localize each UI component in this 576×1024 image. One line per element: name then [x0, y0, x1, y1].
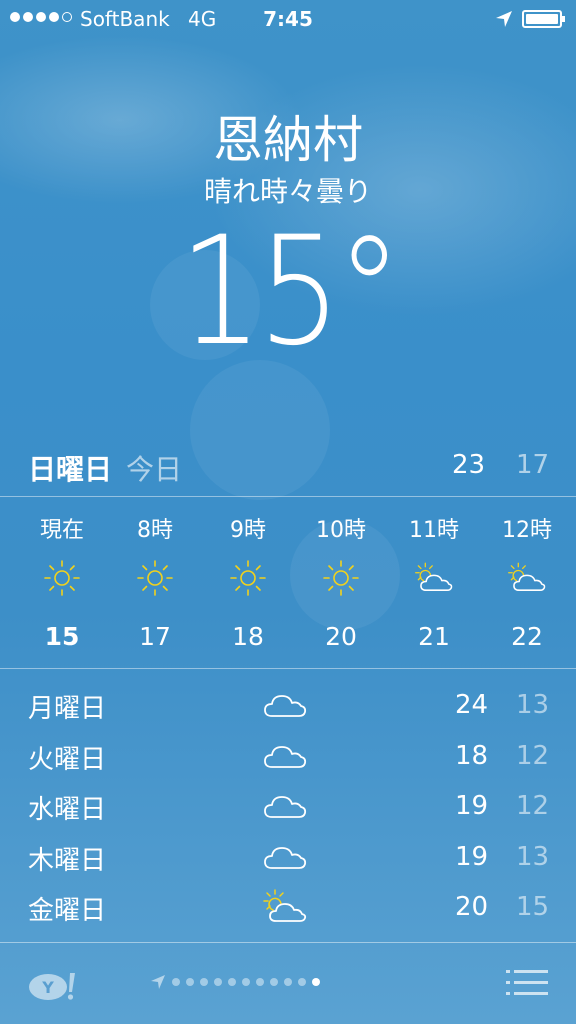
sun-icon [321, 558, 361, 598]
hourly-time: 現在 [39, 518, 84, 543]
cloud-icon [262, 838, 308, 876]
hourly-temp: 18 [232, 622, 264, 651]
daily-high: 24 [455, 690, 489, 720]
partly-cloudy-icon [414, 558, 454, 598]
daily-high: 19 [455, 791, 489, 821]
svg-text:Y: Y [41, 978, 54, 997]
divider [0, 496, 576, 497]
daily-row: 水曜日 19 12 [0, 781, 576, 831]
daily-day: 火曜日 [28, 744, 107, 775]
divider [0, 942, 576, 943]
daily-day: 金曜日 [28, 896, 107, 926]
page-indicator[interactable] [150, 974, 320, 990]
weather-condition: 晴れ時々曇り [203, 175, 372, 208]
city-list-icon[interactable] [506, 968, 548, 998]
sun-icon [135, 558, 175, 598]
status-bar: SoftBank 4G 7:45 [0, 0, 576, 40]
hourly-time: 10時 [316, 518, 366, 543]
hourly-forecast[interactable]: 現在 15 8時 17 9時 18 10時 20 11時 21 12時 22 [0, 500, 576, 666]
current-location-icon[interactable] [150, 974, 166, 990]
partly-cloudy-icon [507, 558, 547, 598]
sun-icon [42, 558, 82, 598]
page-dot[interactable] [256, 978, 264, 986]
page-dot[interactable] [242, 978, 250, 986]
hourly-temp: 15 [44, 622, 80, 651]
daily-low: 15 [516, 892, 550, 922]
hourly-temp: 22 [511, 622, 543, 651]
daily-row: 火曜日 18 12 [0, 731, 576, 781]
daily-low: 13 [516, 690, 550, 720]
page-dot[interactable] [186, 978, 194, 986]
page-dot[interactable] [228, 978, 236, 986]
cloud-icon [262, 737, 308, 775]
sun-icon [228, 558, 268, 598]
hourly-temp: 17 [139, 622, 171, 651]
daily-day: 水曜日 [28, 795, 107, 825]
status-time: 7:45 [263, 7, 313, 31]
city-name: 恩納村 [213, 111, 363, 169]
today-high: 23 [452, 450, 486, 480]
cloud-icon [262, 787, 308, 825]
daily-high: 19 [455, 841, 489, 872]
current-temperature: 15° [178, 205, 402, 379]
hourly-time: 11時 [409, 518, 459, 543]
bottom-toolbar: Y [0, 944, 576, 1024]
page-dot[interactable] [214, 978, 222, 986]
page-dot[interactable] [284, 978, 292, 986]
daily-low: 12 [516, 791, 550, 821]
daily-low: 12 [516, 740, 550, 771]
daily-row: 月曜日 24 13 [0, 680, 576, 730]
cloud-icon [262, 686, 308, 724]
daily-day: 月曜日 [28, 694, 107, 724]
page-dot[interactable] [172, 978, 180, 986]
yahoo-logo-button[interactable]: Y [28, 970, 78, 1002]
today-summary: 日曜日 今日 23 17 [0, 440, 576, 492]
daily-row: 木曜日 19 13 [0, 832, 576, 882]
hourly-time: 9時 [230, 518, 266, 543]
hourly-time: 8時 [137, 518, 173, 543]
divider [0, 668, 576, 669]
hourly-temp: 21 [418, 622, 450, 651]
page-dot[interactable] [298, 978, 306, 986]
partly-cloudy-icon [262, 888, 308, 926]
daily-high: 20 [455, 892, 489, 922]
battery-icon [522, 10, 565, 28]
daily-low: 13 [516, 841, 550, 872]
today-low: 17 [516, 450, 550, 480]
daily-high: 18 [455, 740, 489, 771]
location-arrow-icon [496, 11, 512, 27]
daily-row: 金曜日 20 15 [0, 882, 576, 932]
page-dot[interactable] [312, 978, 320, 986]
today-day: 日曜日 [28, 453, 113, 486]
hourly-temp: 20 [325, 622, 357, 651]
hourly-time: 12時 [502, 518, 552, 543]
today-label: 今日 [126, 453, 183, 486]
page-dot[interactable] [200, 978, 208, 986]
daily-day: 木曜日 [28, 845, 107, 876]
page-dot[interactable] [270, 978, 278, 986]
